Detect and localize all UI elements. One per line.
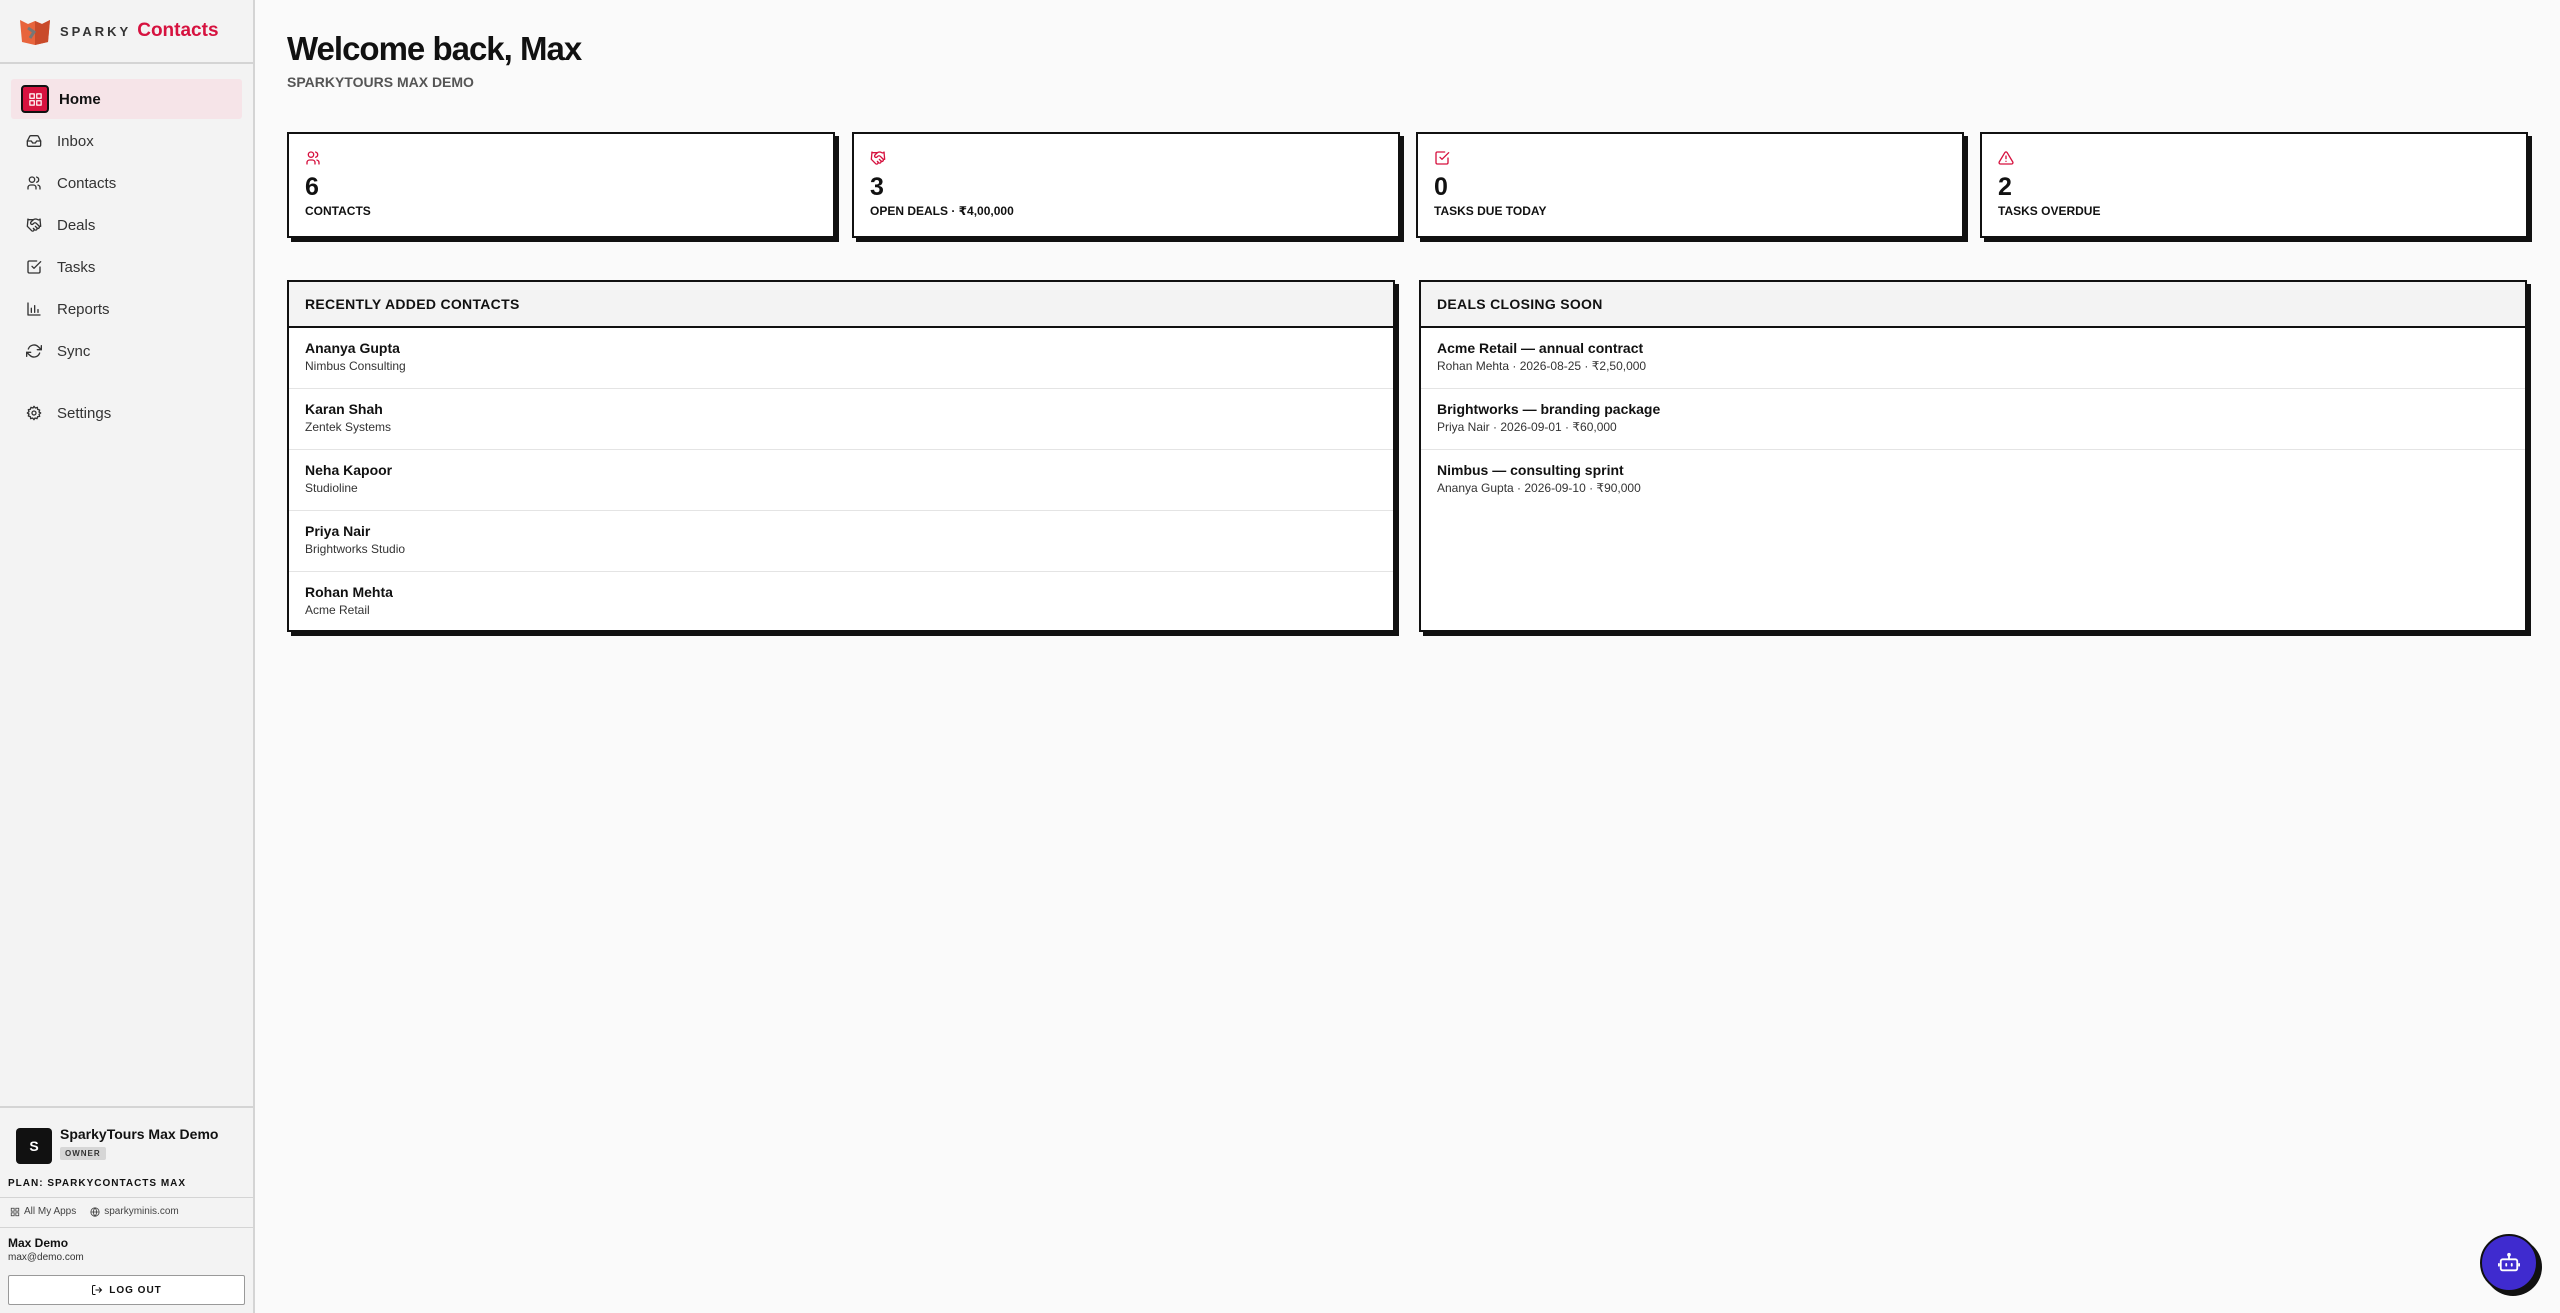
- contact-company: Studioline: [305, 481, 358, 495]
- brand[interactable]: SPARKY Contacts: [0, 0, 253, 64]
- stat-card-open-deals[interactable]: 3 OPEN DEALS · ₹4,00,000: [852, 132, 1400, 238]
- brand-app-name: Contacts: [137, 20, 219, 41]
- deal-row[interactable]: Nimbus — consulting sprint Ananya Gupta …: [1421, 450, 2525, 511]
- deal-meta: Ananya Gupta · 2026-09-10 · ₹90,000: [1437, 481, 1641, 495]
- contact-company: Acme Retail: [305, 603, 370, 617]
- stat-value: 3: [870, 173, 884, 201]
- users-icon: [25, 174, 43, 192]
- page-title: Welcome back, Max: [287, 30, 582, 67]
- panel-title: DEALS CLOSING SOON: [1421, 282, 2525, 328]
- stat-value: 0: [1434, 173, 1448, 201]
- deal-row[interactable]: Acme Retail — annual contract Rohan Meht…: [1421, 328, 2525, 389]
- deal-title: Acme Retail — annual contract: [1437, 340, 1644, 356]
- contact-row[interactable]: Rohan Mehta Acme Retail: [289, 572, 1393, 633]
- deals-closing-panel: DEALS CLOSING SOON Acme Retail — annual …: [1419, 280, 2527, 632]
- nav-item-contacts[interactable]: Contacts: [11, 163, 242, 203]
- nav-item-inbox[interactable]: Inbox: [11, 121, 242, 161]
- contact-company: Zentek Systems: [305, 420, 392, 434]
- org-avatar: S: [16, 1128, 52, 1164]
- bot-icon: [2498, 1252, 2520, 1272]
- contact-row[interactable]: Ananya Gupta Nimbus Consulting: [289, 328, 1393, 389]
- recent-contacts-panel: RECENTLY ADDED CONTACTS Ananya Gupta Nim…: [287, 280, 1395, 632]
- inbox-icon: [25, 132, 43, 150]
- user-name: Max Demo: [8, 1236, 69, 1250]
- nav-item-deals[interactable]: Deals: [11, 205, 242, 245]
- plan-label: PLAN: SPARKYCONTACTS MAX: [0, 1172, 253, 1198]
- contact-row[interactable]: Priya Nair Brightworks Studio: [289, 511, 1393, 572]
- contact-company: Brightworks Studio: [305, 542, 406, 556]
- nav-label-deals: Deals: [57, 216, 96, 234]
- nav-label-inbox: Inbox: [57, 132, 94, 150]
- contact-name: Rohan Mehta: [305, 584, 393, 600]
- users-icon: [305, 150, 817, 171]
- site-link[interactable]: sparkyminis.com: [90, 1206, 179, 1217]
- nav-label-tasks: Tasks: [57, 258, 96, 276]
- stat-value: 6: [305, 173, 319, 201]
- all-apps-link[interactable]: All My Apps: [10, 1206, 76, 1217]
- main-nav: Home Inbox Contacts Deals Tasks Reports …: [0, 64, 253, 433]
- deal-row[interactable]: Brightworks — branding package Priya Nai…: [1421, 389, 2525, 450]
- refresh-icon: [25, 342, 43, 360]
- org-name: SparkyTours Max Demo: [60, 1126, 219, 1142]
- nav-label-contacts: Contacts: [57, 174, 117, 192]
- page-subtitle: SPARKYTOURS MAX DEMO: [287, 74, 474, 90]
- contact-name: Karan Shah: [305, 401, 383, 417]
- deal-title: Brightworks — branding package: [1437, 401, 1661, 417]
- gear-icon: [25, 404, 43, 422]
- stat-label: TASKS DUE TODAY: [1434, 204, 1547, 218]
- sidebar: SPARKY Contacts Home Inbox Contacts Deal…: [0, 0, 255, 1313]
- stat-card-tasks-overdue[interactable]: 2 TASKS OVERDUE: [1980, 132, 2528, 238]
- logout-button[interactable]: LOG OUT: [8, 1275, 245, 1305]
- footer-links: All My Apps sparkyminis.com: [0, 1198, 253, 1228]
- brand-sparky-text: SPARKY: [60, 23, 132, 39]
- nav-label-home: Home: [59, 90, 101, 108]
- role-badge: OWNER: [60, 1147, 106, 1160]
- logout-icon: [92, 1285, 103, 1295]
- nav-item-home[interactable]: Home: [11, 79, 242, 119]
- nav-label-sync: Sync: [57, 342, 91, 360]
- logout-label: LOG OUT: [109, 1284, 162, 1296]
- stat-label: CONTACTS: [305, 204, 371, 218]
- contact-name: Priya Nair: [305, 523, 371, 539]
- contact-company: Nimbus Consulting: [305, 359, 406, 373]
- stat-value: 2: [1998, 173, 2012, 201]
- grid-icon: [10, 1207, 20, 1216]
- nav-item-tasks[interactable]: Tasks: [11, 247, 242, 287]
- site-label: sparkyminis.com: [104, 1206, 179, 1217]
- deal-meta: Priya Nair · 2026-09-01 · ₹60,000: [1437, 420, 1617, 434]
- stat-card-tasks-due-today[interactable]: 0 TASKS DUE TODAY: [1416, 132, 1964, 238]
- nav-label-reports: Reports: [57, 300, 110, 318]
- nav-label-settings: Settings: [57, 404, 112, 422]
- user-info: Max Demo max@demo.com: [0, 1228, 253, 1263]
- handshake-icon: [25, 216, 43, 234]
- user-email: max@demo.com: [8, 1252, 84, 1263]
- home-grid-icon: [21, 85, 49, 113]
- stat-label: TASKS OVERDUE: [1998, 204, 2101, 218]
- contact-row[interactable]: Karan Shah Zentek Systems: [289, 389, 1393, 450]
- assistant-button[interactable]: [2480, 1234, 2538, 1292]
- bar-chart-icon: [25, 300, 43, 318]
- check-square-icon: [25, 258, 43, 276]
- contact-row[interactable]: Neha Kapoor Studioline: [289, 450, 1393, 511]
- check-square-icon: [1434, 150, 1946, 171]
- nav-item-sync[interactable]: Sync: [11, 331, 242, 371]
- deal-title: Nimbus — consulting sprint: [1437, 462, 1624, 478]
- globe-icon: [90, 1206, 100, 1217]
- deal-meta: Rohan Mehta · 2026-08-25 · ₹2,50,000: [1437, 359, 1647, 373]
- org-switcher[interactable]: S SparkyTours Max Demo OWNER: [0, 1108, 253, 1172]
- nav-item-settings[interactable]: Settings: [11, 393, 242, 433]
- stat-card-contacts[interactable]: 6 CONTACTS: [287, 132, 835, 238]
- contact-name: Neha Kapoor: [305, 462, 393, 478]
- sidebar-footer: S SparkyTours Max Demo OWNER PLAN: SPARK…: [0, 1106, 253, 1313]
- contact-name: Ananya Gupta: [305, 340, 400, 356]
- alert-triangle-icon: [1998, 150, 2510, 171]
- sparky-logo-icon: [20, 20, 50, 45]
- panel-title: RECENTLY ADDED CONTACTS: [289, 282, 1393, 328]
- all-apps-label: All My Apps: [24, 1206, 77, 1217]
- nav-item-reports[interactable]: Reports: [11, 289, 242, 329]
- handshake-icon: [870, 150, 1382, 171]
- stat-label: OPEN DEALS · ₹4,00,000: [870, 204, 1014, 218]
